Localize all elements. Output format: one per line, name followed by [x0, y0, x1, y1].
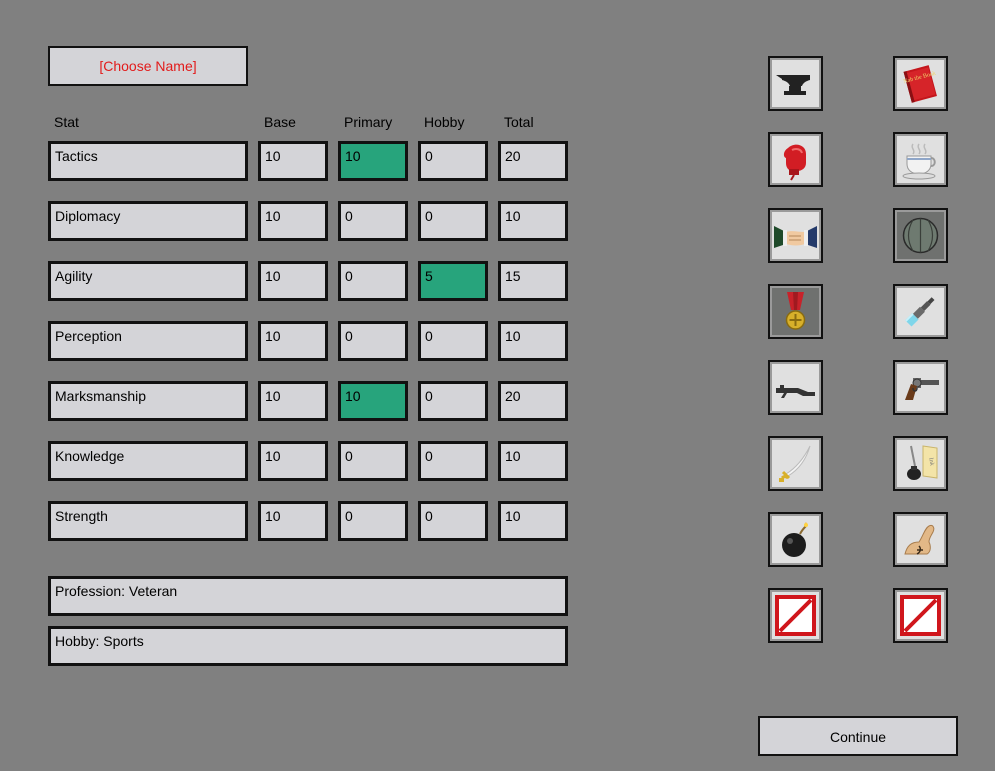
stat-primary: 0 [338, 261, 408, 301]
stat-hobby: 0 [418, 381, 488, 421]
medal-icon[interactable] [768, 284, 823, 339]
stat-primary: 0 [338, 441, 408, 481]
stat-total: 10 [498, 441, 568, 481]
continue-button[interactable]: Continue [758, 716, 958, 756]
header-primary: Primary [344, 114, 393, 130]
stat-name: Marksmanship [48, 381, 248, 421]
stat-hobby: 0 [418, 501, 488, 541]
stat-base: 10 [258, 321, 328, 361]
stat-name: Perception [48, 321, 248, 361]
stat-name: Knowledge [48, 441, 248, 481]
stat-primary: 0 [338, 321, 408, 361]
hobby-field[interactable]: Hobby: Sports [48, 626, 568, 666]
bomb-icon[interactable] [768, 512, 823, 567]
header-base: Base [264, 114, 296, 130]
stat-hobby: 0 [418, 321, 488, 361]
rifle-icon[interactable] [768, 360, 823, 415]
book-icon[interactable]: Nab the Book [893, 56, 948, 111]
empty-slot-icon[interactable] [768, 588, 823, 643]
stat-name: Tactics [48, 141, 248, 181]
quill-ink-icon[interactable]: Ink [893, 436, 948, 491]
choose-name-button[interactable]: [Choose Name] [48, 46, 248, 86]
stat-name: Agility [48, 261, 248, 301]
revolver-icon[interactable] [893, 360, 948, 415]
stat-total: 10 [498, 321, 568, 361]
profession-field[interactable]: Profession: Veteran [48, 576, 568, 616]
stat-primary: 10 [338, 141, 408, 181]
saber-icon[interactable] [768, 436, 823, 491]
empty-slot-icon[interactable] [893, 588, 948, 643]
melon-icon[interactable] [893, 208, 948, 263]
stat-primary: 10 [338, 381, 408, 421]
stat-base: 10 [258, 141, 328, 181]
stat-primary: 0 [338, 501, 408, 541]
stat-total: 10 [498, 501, 568, 541]
stat-base: 10 [258, 261, 328, 301]
stat-base: 10 [258, 201, 328, 241]
stat-hobby: 0 [418, 201, 488, 241]
anvil-icon[interactable] [768, 56, 823, 111]
stat-name: Strength [48, 501, 248, 541]
stat-total: 20 [498, 141, 568, 181]
stat-hobby: 0 [418, 441, 488, 481]
header-stat: Stat [54, 114, 79, 130]
stat-name: Diplomacy [48, 201, 248, 241]
stat-hobby: 0 [418, 141, 488, 181]
stat-base: 10 [258, 501, 328, 541]
header-hobby: Hobby [424, 114, 465, 130]
stat-total: 20 [498, 381, 568, 421]
stat-base: 10 [258, 381, 328, 421]
stat-hobby: 5 [418, 261, 488, 301]
boxing-glove-icon[interactable] [768, 132, 823, 187]
stat-base: 10 [258, 441, 328, 481]
stat-primary: 0 [338, 201, 408, 241]
spyglass-icon[interactable] [893, 284, 948, 339]
stat-total: 15 [498, 261, 568, 301]
header-total: Total [504, 114, 534, 130]
flexed-arm-icon[interactable] [893, 512, 948, 567]
coffee-cup-icon[interactable] [893, 132, 948, 187]
handshake-icon[interactable] [768, 208, 823, 263]
stat-total: 10 [498, 201, 568, 241]
